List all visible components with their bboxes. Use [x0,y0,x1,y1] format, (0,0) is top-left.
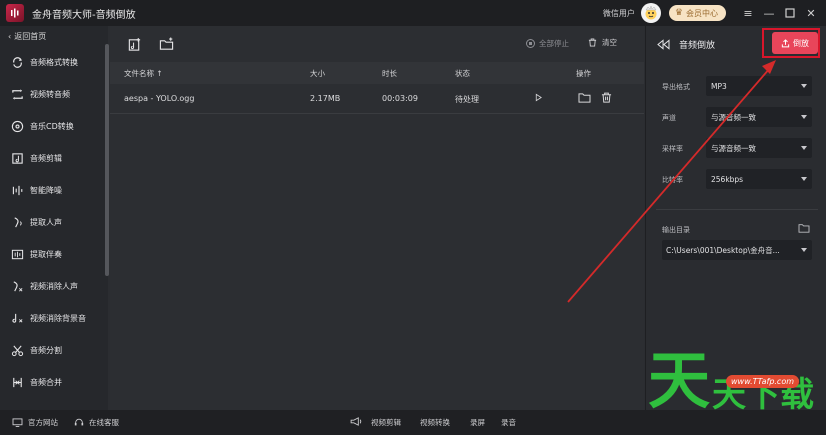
monitor-icon [12,418,23,427]
megaphone-icon [350,417,363,426]
online-service-label: 在线客服 [89,418,119,427]
audio-record-link[interactable]: 录音 [501,417,516,428]
watermark-big-char: 天 [648,344,711,417]
official-website-link[interactable]: 官方网站 [12,417,58,428]
video-convert-link[interactable]: 视频转换 [420,417,450,428]
watermark-site: www.TTafp.com [726,375,800,388]
screen-record-link[interactable]: 录屏 [470,417,485,428]
headset-icon [74,418,84,427]
video-edit-link[interactable]: 视频剪辑 [371,417,401,428]
official-website-label: 官方网站 [28,418,58,427]
promo-icon-item[interactable] [350,417,368,426]
online-service-link[interactable]: 在线客服 [74,417,119,428]
